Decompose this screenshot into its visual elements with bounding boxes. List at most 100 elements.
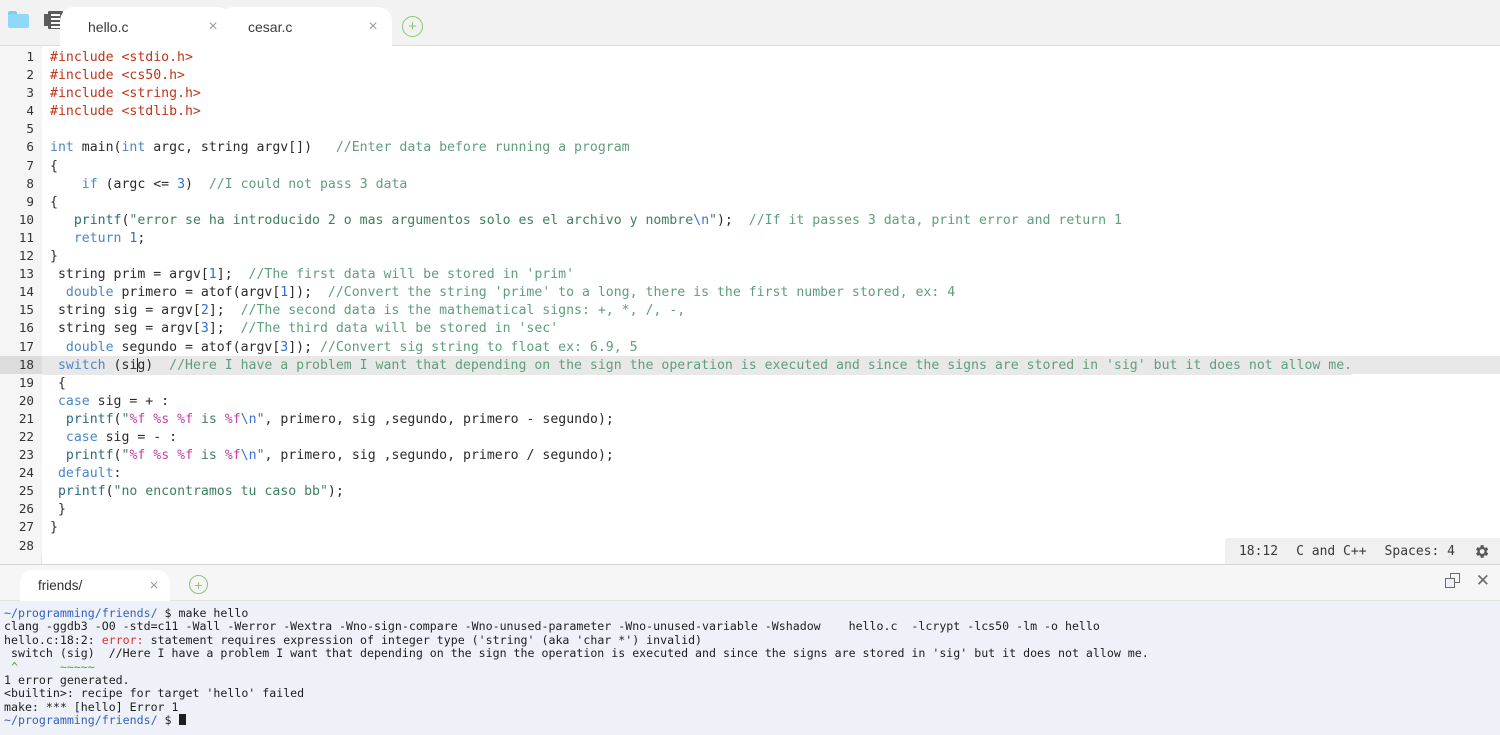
code-line[interactable]: 17 double segundo = atof(argv[3]); //Con… [0,337,1500,357]
code-line[interactable]: 3 #include <string.h> [0,84,1500,103]
new-tab-button[interactable]: + [402,16,423,37]
editor-tab-hello-c[interactable]: hello.c × [60,7,232,46]
tab-close-icon[interactable]: × [204,18,222,36]
code-text[interactable]: case sig = + : [42,393,169,411]
code-token: %s [153,448,170,464]
code-text[interactable]: double segundo = atof(argv[3]); //Conver… [42,339,638,357]
code-text[interactable]: { [42,194,58,212]
terminal-tab-friends-[interactable]: friends/ × [20,570,170,601]
code-line[interactable]: 26 } [0,500,1500,519]
code-text[interactable]: } [42,501,66,519]
code-text[interactable]: case sig = - : [42,429,177,447]
code-token: (si [105,357,138,373]
line-number: 1 [0,48,42,67]
code-text[interactable]: #include <cs50.h> [42,67,185,85]
code-line[interactable]: 19 { [0,373,1500,393]
line-number: 13 [0,265,42,284]
code-token: ]); [288,339,320,355]
code-text[interactable]: { [42,375,66,393]
code-text[interactable]: } [42,248,58,266]
code-text[interactable]: printf("%f %s %f is %f\n", primero, sig … [42,447,614,465]
maximize-icon[interactable] [1444,573,1460,588]
code-text[interactable]: return 1; [42,230,146,248]
code-token: g) [137,357,170,373]
code-text[interactable]: default: [42,465,122,483]
code-line[interactable]: 14 double primero = atof(argv[1]); //Con… [0,283,1500,302]
code-line[interactable]: 21 printf("%f %s %f is %f\n", primero, s… [0,409,1500,429]
line-number: 4 [0,102,42,121]
code-line[interactable]: 5 [0,120,1500,139]
terminal-text: make: *** [hello] Error 1 [4,699,179,714]
terminal-text: $ [164,713,179,728]
code-line[interactable]: 1 #include <stdio.h> [0,48,1500,67]
code-text[interactable]: string prim = argv[1]; //The first data … [42,266,574,284]
terminal-line: clang -ggdb3 -O0 -std=c11 -Wall -Werror … [4,620,1500,633]
folder-icon[interactable] [8,11,30,29]
code-line[interactable]: 15 string sig = argv[2]; //The second da… [0,301,1500,320]
code-text[interactable]: printf("%f %s %f is %f\n", primero, sig … [42,411,614,429]
code-content[interactable]: 1 #include <stdio.h> 2 #include <cs50.h> 3 #i… [0,48,1500,555]
code-token: sig = - : [97,429,178,445]
terminal-tab-close-icon[interactable]: × [146,578,162,594]
tab-close-icon[interactable]: × [364,18,382,36]
new-terminal-tab-button[interactable]: + [189,575,208,594]
code-token: argc, string argv[]) [145,140,336,156]
code-text[interactable]: string sig = argv[2]; //The second data … [42,302,685,320]
code-editor[interactable]: 1 #include <stdio.h> 2 #include <cs50.h> 3 #i… [0,46,1500,564]
terminal-output[interactable]: ~/programming/friends/ $ make hello clang… [0,601,1500,735]
code-line[interactable]: 16 string seg = argv[3]; //The third dat… [0,319,1500,338]
code-line[interactable]: 2 #include <cs50.h> [0,66,1500,85]
code-line[interactable]: 25 printf("no encontramos tu caso bb"); [0,482,1500,501]
code-line[interactable]: 9{ [0,192,1500,212]
editor-tab-bar: hello.c × cesar.c × + [0,0,1500,46]
code-line[interactable]: 13 string prim = argv[1]; //The first da… [0,265,1500,284]
gear-icon[interactable] [1473,543,1490,560]
code-token: //I could not pass 3 data [208,176,408,192]
code-text[interactable]: #include <string.h> [42,85,201,103]
code-line[interactable]: 27} [0,518,1500,537]
code-text[interactable]: printf("error se ha introducido 2 o mas … [42,212,1122,230]
line-number: 26 [0,500,42,519]
code-token: //Convert the string 'prime' to a long, … [327,285,956,301]
code-text[interactable]: #include <stdio.h> [42,49,193,67]
code-line[interactable]: 12} [0,247,1500,266]
code-line[interactable]: 7{ [0,156,1500,176]
language-mode[interactable]: C and C++ [1296,544,1366,559]
code-token: , primero, sig ,segundo, primero - segun… [264,411,614,427]
indent-mode[interactable]: Spaces: 4 [1385,544,1455,559]
code-text[interactable]: if (argc <= 3) //I could not pass 3 data [42,176,408,194]
code-text[interactable]: switch (sig) //Here I have a problem I w… [42,356,1353,375]
code-line[interactable]: 6 int main(int argc, string argv[]) //Ent… [0,138,1500,157]
line-number: 17 [0,337,42,356]
code-line[interactable]: 24 default: [0,464,1500,483]
code-line[interactable]: 4 #include <stdlib.h> [0,102,1500,121]
code-token: main( [73,140,122,156]
code-line[interactable]: 11 return 1; [0,228,1500,248]
close-icon[interactable]: ✕ [1476,572,1490,589]
code-text[interactable]: int main(int argc, string argv[]) //Ente… [42,139,630,157]
code-token: : [113,466,122,482]
code-line[interactable]: 18 switch (sig) //Here I have a problem … [0,355,1500,375]
line-number: 8 [0,174,42,193]
code-token: printf [73,212,122,228]
code-token: ( [105,484,114,500]
editor-tab-cesar-c[interactable]: cesar.c × [220,7,392,46]
code-line[interactable]: 20 case sig = + : [0,391,1500,411]
code-line[interactable]: 10 printf("error se ha introducido 2 o m… [0,210,1500,230]
code-text[interactable]: } [42,519,58,537]
code-text[interactable]: string seg = argv[3]; //The third data w… [42,320,558,338]
code-text[interactable]: { [42,158,58,176]
code-line[interactable]: 8 if (argc <= 3) //I could not pass 3 da… [0,174,1500,194]
terminal-text: ~/programming/friends/ [4,606,165,620]
code-token: %s [153,411,170,427]
line-number: 15 [0,301,42,320]
terminal-line: make: *** [hello] Error 1 [4,699,1500,714]
tab-label: cesar.c [248,18,293,35]
code-line[interactable]: 22 case sig = - : [0,427,1500,447]
code-text[interactable]: printf("no encontramos tu caso bb"); [42,483,344,501]
code-text[interactable]: #include <stdlib.h> [42,103,201,121]
code-token: ]; [208,321,241,337]
code-text[interactable]: double primero = atof(argv[1]); //Conver… [42,284,955,302]
code-token: #include [50,104,122,120]
code-line[interactable]: 23 printf("%f %s %f is %f\n", primero, s… [0,446,1500,465]
